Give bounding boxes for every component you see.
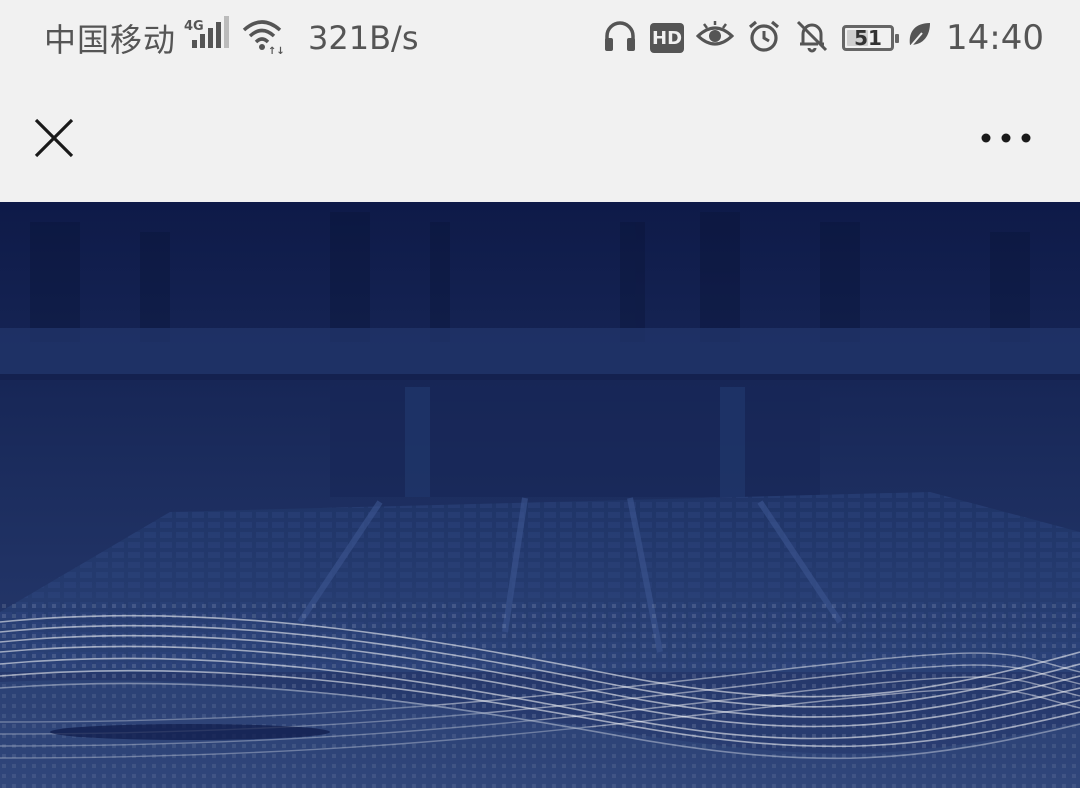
- svg-text:↑↓: ↑↓: [268, 46, 284, 56]
- more-icon: [981, 133, 1031, 143]
- hd-icon: HD: [650, 23, 685, 53]
- battery-level-text: 51: [854, 26, 882, 50]
- wifi-icon: ↑↓: [240, 16, 285, 60]
- status-bar: 中国移动 4G ↑↓ 321B/s HD 51 14:40: [0, 0, 1080, 76]
- bell-off-icon: [794, 18, 830, 58]
- close-button[interactable]: [28, 112, 80, 164]
- carrier-name: 中国移动: [44, 21, 177, 59]
- close-icon: [34, 118, 74, 158]
- network-type-label: 4G: [184, 19, 204, 34]
- arena-background-image: [0, 202, 1080, 788]
- status-left: 中国移动 4G ↑↓ 321B/s: [44, 16, 419, 60]
- alarm-icon: [746, 18, 782, 58]
- more-button[interactable]: [976, 120, 1036, 156]
- signal-icon: 4G: [184, 16, 232, 60]
- net-speed: 321B/s: [308, 19, 419, 57]
- hero-banner: [0, 202, 1080, 788]
- nav-bar: [0, 76, 1080, 202]
- status-right: HD 51 14:40: [602, 16, 1044, 60]
- leaf-icon: [906, 21, 932, 55]
- clock: 14:40: [946, 18, 1044, 58]
- battery-icon: 51: [842, 25, 900, 51]
- eye-icon: [695, 18, 735, 58]
- headphones-icon: [602, 18, 638, 58]
